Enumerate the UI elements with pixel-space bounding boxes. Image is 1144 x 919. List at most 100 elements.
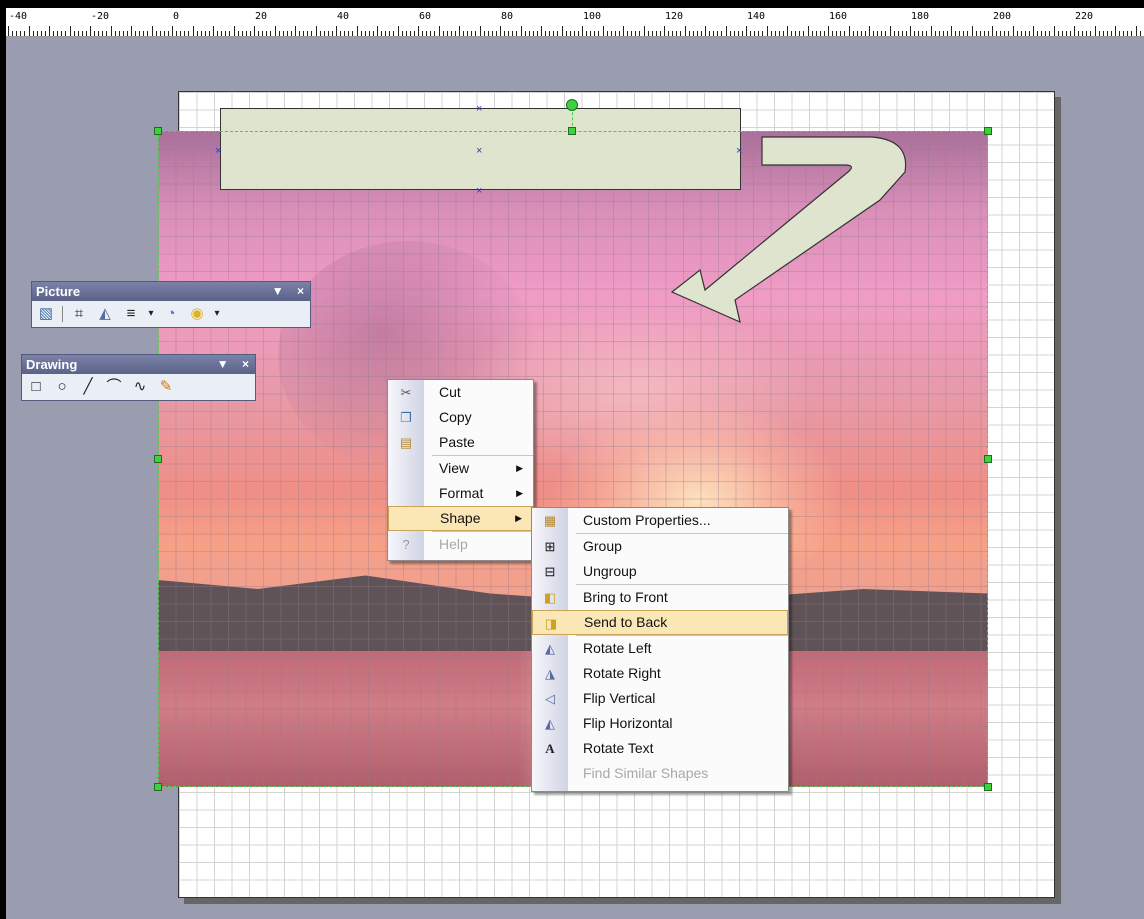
- ruler-tick: [434, 31, 436, 36]
- ruler-tick: [1135, 26, 1137, 36]
- ruler-tick: [172, 26, 173, 36]
- ruler-tick: [844, 31, 846, 36]
- ruler-label: 200: [993, 11, 1012, 22]
- connection-point-icon: ×: [736, 145, 743, 157]
- menu-item-rotate-right[interactable]: ◮ Rotate Right: [532, 661, 788, 686]
- ruler-tick: [368, 31, 370, 36]
- menu-item-help[interactable]: ? Help: [388, 532, 533, 557]
- ruler-tick: [873, 31, 875, 36]
- ruler-tick: [553, 31, 555, 36]
- group-icon: ⊞: [544, 539, 556, 554]
- menu-item-view[interactable]: View ▶: [388, 456, 533, 481]
- ruler-tick: [184, 31, 186, 36]
- dropdown-arrow-icon[interactable]: ▾: [213, 304, 221, 324]
- menu-item-format[interactable]: Format ▶: [388, 481, 533, 506]
- toolbar-title-bar[interactable]: Picture ▼ ×: [32, 282, 310, 301]
- ruler-tick: [1065, 31, 1067, 36]
- ruler-tick: [987, 31, 989, 36]
- ruler-tick: [1016, 31, 1018, 36]
- toolbar-options-icon[interactable]: ▼: [217, 357, 229, 371]
- insert-picture-icon[interactable]: ▧: [36, 304, 56, 324]
- ruler-tick: [996, 31, 998, 36]
- ruler-tick: [94, 31, 96, 36]
- ruler-tick: [192, 26, 194, 36]
- ruler-tick: [684, 26, 686, 36]
- menu-item-rotate-text[interactable]: A Rotate Text: [532, 736, 788, 761]
- ruler-tick: [586, 31, 588, 36]
- menu-item-rotate-left[interactable]: ◭ Rotate Left: [532, 636, 788, 661]
- shape-submenu: ▦ Custom Properties... ⊞ Group ⊟ Ungroup…: [531, 507, 789, 792]
- selection-handle[interactable]: [984, 455, 992, 463]
- ruler-tick: [40, 31, 42, 36]
- ruler-tick: [155, 31, 157, 36]
- ellipse-icon[interactable]: ○: [52, 377, 72, 397]
- ruler-tick: [623, 26, 624, 36]
- line-icon[interactable]: ╱: [78, 377, 98, 397]
- menu-item-flip-horizontal[interactable]: ◭ Flip Horizontal: [532, 711, 788, 736]
- ruler-tick: [167, 31, 169, 36]
- ruler-tick: [524, 31, 526, 36]
- ruler-tick: [754, 31, 756, 36]
- ruler-tick: [963, 31, 965, 36]
- menu-item-cut[interactable]: ✂ Cut: [388, 380, 533, 405]
- ruler-tick: [680, 31, 682, 36]
- ruler-tick: [828, 26, 829, 36]
- menu-item-paste[interactable]: ▤ Paste: [388, 430, 533, 455]
- menu-item-copy[interactable]: ❐ Copy: [388, 405, 533, 430]
- selection-handle[interactable]: [568, 127, 576, 135]
- ruler-tick: [213, 26, 214, 36]
- freeform-icon[interactable]: ∿: [130, 377, 150, 397]
- menu-item-send-to-back[interactable]: ◨ Send to Back: [532, 610, 788, 635]
- close-icon[interactable]: ×: [297, 284, 304, 298]
- connection-point-icon: ×: [476, 145, 483, 157]
- menu-item-bring-to-front[interactable]: ◧ Bring to Front: [532, 585, 788, 610]
- close-icon[interactable]: ×: [242, 357, 249, 371]
- selection-handle[interactable]: [154, 783, 162, 791]
- ruler-tick: [90, 26, 91, 36]
- selection-handle[interactable]: [154, 127, 162, 135]
- ruler-tick: [770, 31, 772, 36]
- ruler-tick: [737, 31, 739, 36]
- rotation-handle[interactable]: [566, 99, 578, 111]
- toolbar-options-icon[interactable]: ▼: [272, 284, 284, 298]
- menu-item-custom-properties[interactable]: ▦ Custom Properties...: [532, 508, 788, 533]
- ruler-tick: [893, 31, 895, 36]
- menu-item-flip-vertical[interactable]: ◁ Flip Vertical: [532, 686, 788, 711]
- ruler-tick: [504, 31, 506, 36]
- ruler-tick: [307, 31, 309, 36]
- ruler-tick: [459, 26, 460, 36]
- ruler-tick: [840, 31, 842, 36]
- selection-handle[interactable]: [984, 783, 992, 791]
- ruler-tick: [241, 31, 243, 36]
- ruler-tick: [311, 31, 313, 36]
- ruler-tick: [131, 26, 132, 36]
- ruler-tick: [791, 31, 793, 36]
- ruler-tick: [951, 26, 952, 36]
- arc-icon[interactable]: ⌒: [104, 377, 124, 397]
- ruler-tick: [758, 31, 760, 36]
- ruler-tick: [274, 26, 276, 36]
- selection-handle[interactable]: [984, 127, 992, 135]
- fill-icon[interactable]: ◔: [161, 304, 181, 324]
- ruler-tick: [135, 31, 137, 36]
- ruler-tick: [1033, 26, 1034, 36]
- toolbar-title-bar[interactable]: Drawing ▼ ×: [22, 355, 255, 374]
- crop-icon[interactable]: ⌗: [69, 304, 89, 324]
- pencil-icon[interactable]: ✎: [156, 377, 176, 397]
- rectangle-icon[interactable]: □: [26, 377, 46, 397]
- menu-item-group[interactable]: ⊞ Group: [532, 534, 788, 559]
- ruler-tick: [1123, 31, 1125, 36]
- selection-handle[interactable]: [154, 455, 162, 463]
- ruler-tick: [430, 31, 432, 36]
- ruler-tick: [881, 31, 883, 36]
- shape-color-icon[interactable]: ◉: [187, 304, 207, 324]
- menu-item-shape[interactable]: Shape ▶: [388, 506, 533, 531]
- toolbar-separator: [62, 306, 63, 322]
- rotate-left-icon[interactable]: ◭: [95, 304, 115, 324]
- ruler-tick: [110, 26, 112, 36]
- menu-item-find-similar-shapes[interactable]: Find Similar Shapes: [532, 761, 788, 786]
- dropdown-arrow-icon[interactable]: ▾: [147, 304, 155, 324]
- menu-item-ungroup[interactable]: ⊟ Ungroup: [532, 559, 788, 584]
- line-style-icon[interactable]: ≡: [121, 304, 141, 324]
- ruler-tick: [479, 26, 481, 36]
